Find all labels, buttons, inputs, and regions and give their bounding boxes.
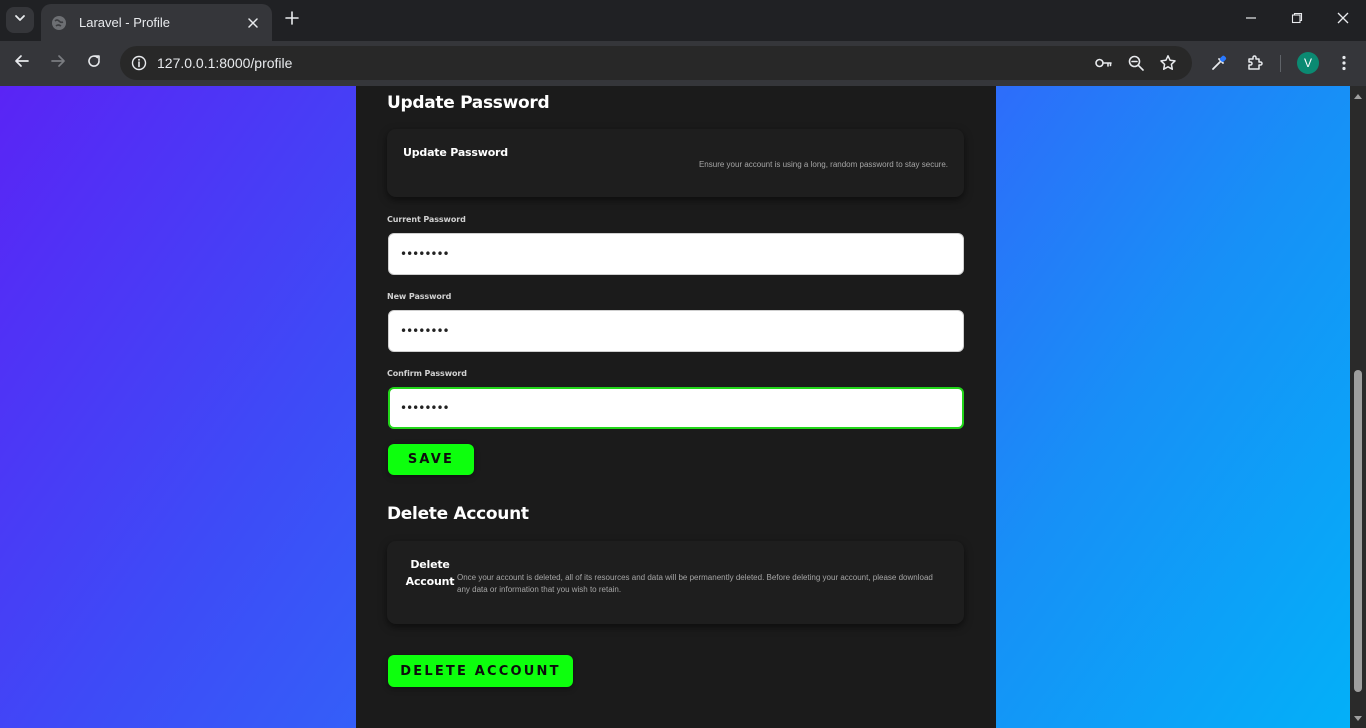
browser-toolbar: 127.0.0.1:8000/profile V xyxy=(0,41,1366,86)
tab-search-icon xyxy=(14,11,26,29)
zoom-icon[interactable] xyxy=(1124,51,1148,75)
kebab-menu-icon[interactable] xyxy=(1332,51,1356,75)
tab-search-button[interactable] xyxy=(6,7,34,33)
tab-title: Laravel - Profile xyxy=(79,15,171,30)
back-arrow-icon xyxy=(14,53,30,74)
window-close-button[interactable] xyxy=(1320,0,1366,40)
reload-button[interactable] xyxy=(79,48,109,78)
extensions-icon[interactable] xyxy=(1243,51,1267,75)
delete-account-heading: Delete Account xyxy=(387,504,529,524)
profile-card: Update Password Update Password Ensure y… xyxy=(356,86,996,728)
forward-button[interactable] xyxy=(43,48,73,78)
scroll-up-icon[interactable] xyxy=(1350,88,1366,104)
password-key-icon[interactable] xyxy=(1091,51,1115,75)
bookmark-star-icon[interactable] xyxy=(1156,51,1180,75)
scrollbar-thumb[interactable] xyxy=(1354,370,1362,692)
active-tab[interactable]: Laravel - Profile xyxy=(41,4,272,41)
update-password-box-description: Ensure your account is using a long, ran… xyxy=(698,160,948,169)
url-text: 127.0.0.1:8000/profile xyxy=(157,55,293,71)
delete-account-box-description: Once your account is deleted, all of its… xyxy=(457,573,933,594)
page-viewport: Update Password Update Password Ensure y… xyxy=(0,86,1350,728)
minimize-button[interactable] xyxy=(1228,0,1274,40)
restore-button[interactable] xyxy=(1274,0,1320,40)
update-password-box-title: Update Password xyxy=(403,146,508,159)
close-icon[interactable] xyxy=(244,14,262,32)
new-tab-button[interactable] xyxy=(281,9,303,31)
scroll-down-icon[interactable] xyxy=(1350,711,1366,727)
delete-account-info-box: Delete Account Once your account is dele… xyxy=(387,541,964,624)
delete-account-box-title: Delete Account xyxy=(405,558,455,588)
new-password-label: New Password xyxy=(387,292,452,301)
update-password-heading: Update Password xyxy=(387,93,550,113)
confirm-password-input[interactable] xyxy=(388,387,964,429)
site-info-icon[interactable] xyxy=(122,46,156,80)
back-button[interactable] xyxy=(7,48,37,78)
forward-arrow-icon xyxy=(50,53,66,74)
plus-icon xyxy=(285,10,299,30)
confirm-password-label: Confirm Password xyxy=(387,369,467,378)
current-password-input[interactable] xyxy=(388,233,964,275)
address-bar[interactable]: 127.0.0.1:8000/profile xyxy=(120,46,1192,80)
tab-bar: Laravel - Profile xyxy=(0,0,1366,41)
current-password-label: Current Password xyxy=(387,215,466,224)
profile-avatar[interactable]: V xyxy=(1297,52,1319,74)
toolbar-divider xyxy=(1280,55,1281,72)
restore-icon xyxy=(1291,11,1303,29)
page-scrollbar[interactable] xyxy=(1350,86,1366,728)
new-password-input[interactable] xyxy=(388,310,964,352)
globe-favicon-icon xyxy=(51,15,67,31)
delete-account-button[interactable]: DELETE ACCOUNT xyxy=(388,655,573,687)
reload-icon xyxy=(86,53,102,74)
eyedropper-icon[interactable] xyxy=(1207,51,1231,75)
update-password-info-box: Update Password Ensure your account is u… xyxy=(387,129,964,197)
save-button[interactable]: SAVE xyxy=(388,444,474,475)
window-close-icon xyxy=(1337,11,1349,29)
minimize-icon xyxy=(1245,11,1257,29)
